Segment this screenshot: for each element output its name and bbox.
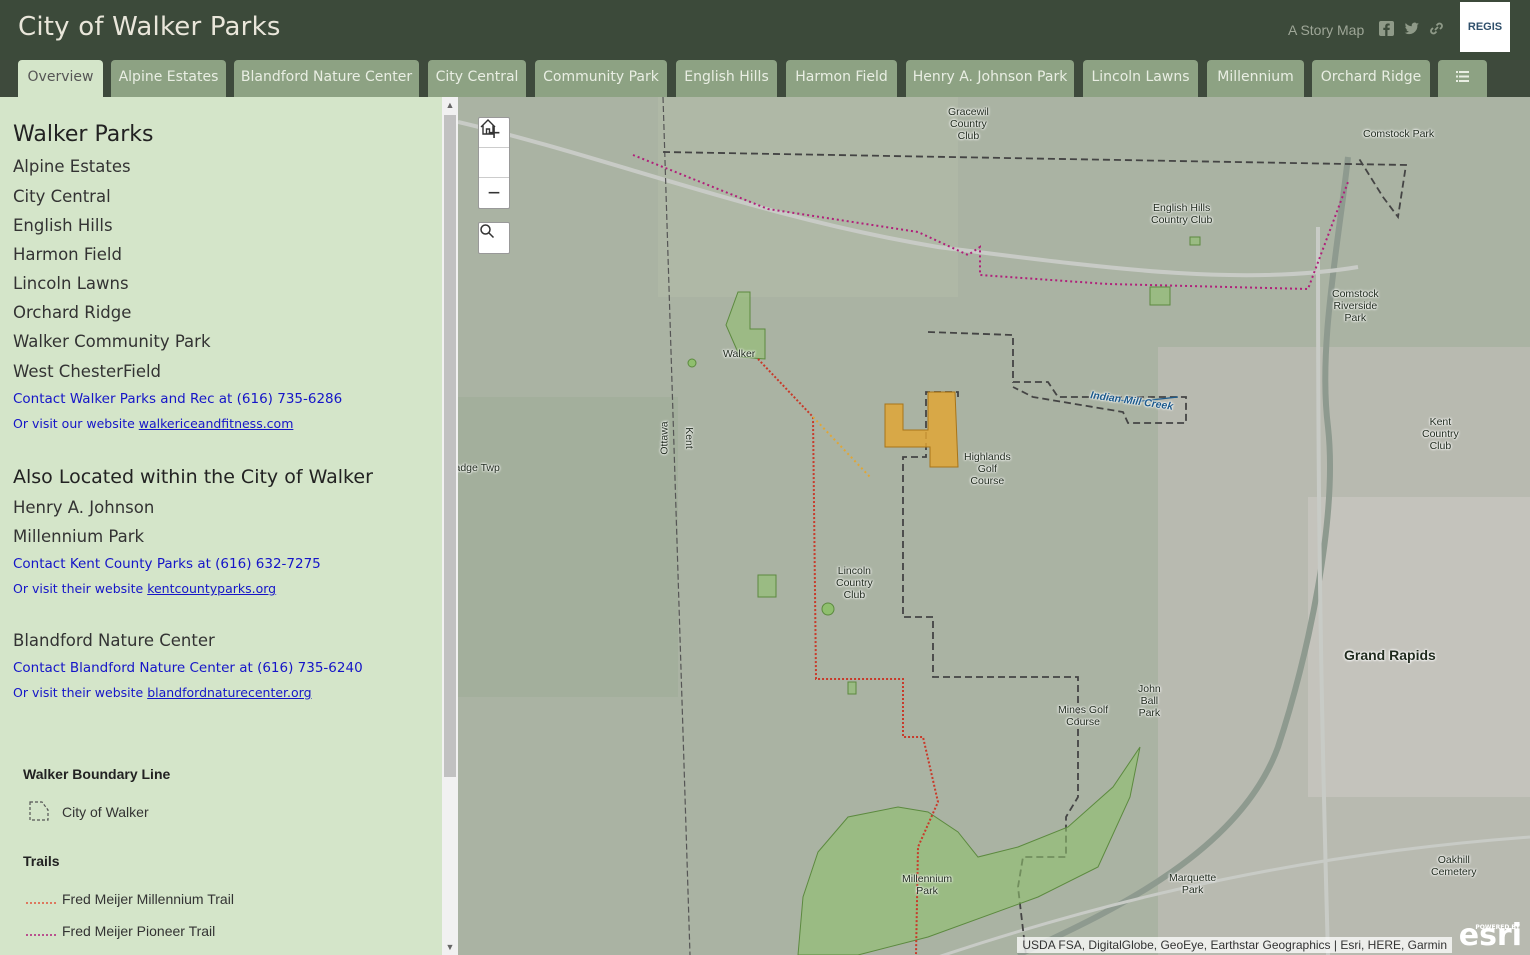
tab-orchard-ridge[interactable]: Orchard Ridge (1312, 60, 1430, 97)
share-icons (1378, 20, 1445, 37)
heading-also-located: Also Located within the City of Walker (13, 466, 373, 488)
tab-harmon-field[interactable]: Harmon Field (786, 60, 897, 97)
tab-community-park[interactable]: Community Park (535, 60, 667, 97)
scroll-thumb[interactable] (444, 115, 456, 777)
blandford-website-link[interactable]: blandfordnaturecenter.org (147, 685, 311, 700)
tab-lincoln-lawns[interactable]: Lincoln Lawns (1083, 60, 1198, 97)
contact-blandford: Contact Blandford Nature Center at (616)… (13, 660, 363, 676)
park-harmon-field: Harmon Field (13, 245, 122, 264)
story-map-label: A Story Map (1288, 22, 1365, 38)
scroll-down-arrow-icon[interactable]: ▼ (442, 939, 458, 955)
also-millennium-park: Millennium Park (13, 527, 145, 546)
park-orchard-ridge: Orchard Ridge (13, 303, 132, 322)
tab-blandford-nature-center[interactable]: Blandford Nature Center (234, 60, 419, 97)
search-icon (480, 224, 495, 239)
label-marquette: Marquette Park (1169, 872, 1217, 896)
label-mines-golf: Mines Golf Course (1058, 704, 1109, 728)
label-tallmadge: Tallmadge Twp (458, 462, 500, 474)
label-lincoln-cc: Lincoln Country Club (836, 565, 873, 601)
tab-alpine-estates[interactable]: Alpine Estates (111, 60, 226, 97)
tab-bar: Overview Alpine Estates Blandford Nature… (0, 60, 1530, 97)
boundary-swatch-icon (26, 800, 52, 827)
panel-scrollbar[interactable]: ▲ ▼ (442, 97, 458, 955)
twitter-icon[interactable] (1403, 20, 1420, 37)
heading-walker-parks: Walker Parks (13, 122, 154, 147)
label-walker: Walker (723, 348, 756, 360)
label-comstock-riverside: Comstock Riverside Park (1332, 288, 1379, 324)
label-millennium-park: Millennium Park (902, 873, 953, 897)
zoom-out-button[interactable]: − (479, 178, 509, 208)
blandford-heading: Blandford Nature Center (13, 631, 215, 650)
visit-walker-website: Or visit our website walkericeandfitness… (13, 416, 294, 431)
visit-blandford-website: Or visit their website blandfordnaturece… (13, 685, 312, 700)
legend-boundary-heading: Walker Boundary Line (23, 766, 171, 782)
map-view[interactable]: + − Gracewil Country Club Comstock Park … (458, 97, 1530, 955)
home-button[interactable] (479, 119, 509, 178)
kent-website-link[interactable]: kentcountyparks.org (147, 581, 276, 596)
label-highlands: Highlands Golf Course (964, 451, 1011, 487)
label-ottawa: Ottawa (658, 421, 671, 455)
esri-logo: POWERED BY esri (1458, 918, 1522, 953)
label-english-hills-cc: English Hills Country Club (1151, 202, 1213, 226)
walker-website-link[interactable]: walkericeandfitness.com (139, 416, 294, 431)
legend-millennium-trail: Fred Meijer Millennium Trail (62, 891, 234, 907)
link-icon[interactable] (1428, 20, 1445, 37)
scroll-up-arrow-icon[interactable]: ▲ (442, 97, 458, 113)
legend-city-of-walker: City of Walker (62, 804, 149, 820)
tab-millennium[interactable]: Millennium (1207, 60, 1304, 97)
label-oakhill: Oakhill Cemetery (1431, 854, 1477, 878)
visit-kent-website: Or visit their website kentcountyparks.o… (13, 581, 277, 596)
tab-city-central[interactable]: City Central (428, 60, 526, 97)
search-button[interactable] (479, 223, 509, 253)
contact-walker-parks: Contact Walker Parks and Rec at (616) 73… (13, 391, 343, 407)
park-city-central: City Central (13, 187, 111, 206)
also-henry-a-johnson: Henry A. Johnson (13, 498, 155, 517)
legend-pioneer-trail: Fred Meijer Pioneer Trail (62, 923, 216, 939)
regis-logo: REGIS (1460, 2, 1510, 52)
side-panel: Walker Parks Alpine Estates City Central… (0, 97, 442, 955)
park-lincoln-lawns: Lincoln Lawns (13, 274, 129, 293)
app-header: City of Walker Parks A Story Map REGIS (0, 0, 1530, 60)
label-john-ball: John Ball Park (1138, 683, 1161, 719)
list-icon (1456, 69, 1469, 85)
millennium-trail-swatch-icon (26, 893, 58, 911)
label-grand-rapids: Grand Rapids (1344, 647, 1436, 663)
legend-trails-heading: Trails (23, 853, 60, 869)
pioneer-trail-swatch-icon (26, 925, 58, 943)
tab-english-hills[interactable]: English Hills (676, 60, 777, 97)
zoom-control: + − (478, 117, 510, 209)
park-alpine-estates: Alpine Estates (13, 157, 131, 176)
label-kent-cc: Kent Country Club (1422, 416, 1459, 452)
contact-kent-county: Contact Kent County Parks at (616) 632-7… (13, 556, 321, 572)
tab-overview[interactable]: Overview (18, 60, 103, 97)
map-attribution: USDA FSA, DigitalGlobe, GeoEye, Earthsta… (1017, 937, 1452, 953)
park-walker-community: Walker Community Park (13, 332, 211, 351)
app-title: City of Walker Parks (18, 12, 281, 42)
facebook-icon[interactable] (1378, 20, 1395, 37)
label-kent: Kent (682, 427, 695, 449)
label-comstock-park: Comstock Park (1363, 128, 1435, 140)
home-icon (480, 119, 496, 135)
tab-henry-a-johnson-park[interactable]: Henry A. Johnson Park (906, 60, 1074, 97)
label-gracewil: Gracewil Country Club (948, 106, 989, 142)
park-english-hills: English Hills (13, 216, 113, 235)
tab-list-menu[interactable] (1438, 60, 1487, 97)
search-control (478, 222, 510, 254)
park-west-chesterfield: West ChesterField (13, 362, 162, 381)
map-canvas (458, 97, 1530, 955)
